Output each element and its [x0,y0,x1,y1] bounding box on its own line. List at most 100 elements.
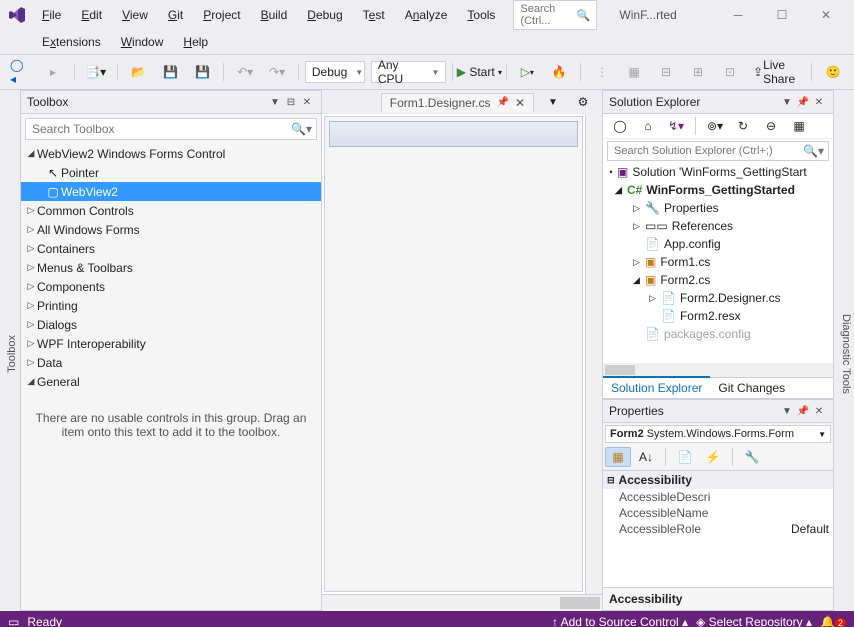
file-packages[interactable]: 📄packages.config [603,325,833,343]
file-form1[interactable]: ▷▣Form1.cs [603,253,833,271]
sol-home-button[interactable]: ⌂ [635,116,661,136]
toolbox-item-pointer[interactable]: ↖Pointer [21,163,321,182]
sol-collapse-button[interactable]: ⊖ [758,116,784,136]
more-button-2[interactable]: ▦ [619,60,649,84]
solution-search[interactable]: 🔍▾ [607,141,829,161]
save-button[interactable]: 💾 [155,60,185,84]
project-node[interactable]: ◢C#WinForms_GettingStarted [603,181,833,199]
doc-tab-form1-designer[interactable]: Form1.Designer.cs 📌 ✕ [381,93,534,112]
prop-wrench-button[interactable]: 🔧 [739,447,765,467]
redo-button[interactable]: ↷▾ [262,60,292,84]
maximize-button[interactable]: ☐ [762,2,802,28]
pin-icon[interactable]: 📌 [795,406,811,417]
project-references[interactable]: ▷▭▭References [603,217,833,235]
sol-back-button[interactable]: ◯ [607,116,633,136]
toolbox-cat[interactable]: ▷WPF Interoperability [21,334,321,353]
panel-menu-icon[interactable]: ▼ [779,97,795,108]
start-button[interactable]: ▶ Start ▾ [459,60,499,84]
open-button[interactable]: 📂 [123,60,153,84]
designer-surface[interactable] [324,116,583,592]
toolbox-cat[interactable]: ▷Containers [21,239,321,258]
toolbox-group-webview2[interactable]: ◢WebView2 Windows Forms Control [21,144,321,163]
menu-window[interactable]: Window [113,33,172,51]
toolbox-item-webview2[interactable]: ▢WebView2 [21,182,321,201]
prop-category-accessibility[interactable]: ⊟Accessibility [603,471,833,489]
prop-row[interactable]: AccessibleName [603,505,833,521]
minimize-button[interactable]: ─ [718,2,758,28]
side-tab-diagnostic-tools[interactable]: Diagnostic Tools [838,310,854,398]
menu-tools[interactable]: Tools [459,6,503,24]
more-button-4[interactable]: ⊞ [683,60,713,84]
panel-close-icon[interactable]: ✕ [299,97,315,108]
file-form2[interactable]: ◢▣Form2.cs [603,271,833,289]
prop-pages-button[interactable]: 📄 [672,447,698,467]
menu-project[interactable]: Project [195,6,248,24]
status-add-source-control[interactable]: ↑ Add to Source Control ▴ [552,615,688,627]
panel-menu-icon[interactable]: ▼ [779,406,795,417]
nav-forward-button[interactable]: ▸ [38,60,68,84]
toolbox-cat-general[interactable]: ◢General [21,372,321,391]
prop-row[interactable]: AccessibleDescri [603,489,833,505]
doc-gear-button[interactable]: ⚙ [568,90,598,114]
sol-showall-button[interactable]: ▦ [786,116,812,136]
tab-close-icon[interactable]: ✕ [515,96,525,110]
menu-extensions[interactable]: Extensions [34,33,109,51]
platform-combo[interactable]: Any CPU▼ [371,61,447,83]
toolbox-cat[interactable]: ▷Menus & Toolbars [21,258,321,277]
feedback-button[interactable]: 🙂 [818,60,848,84]
prop-alpha-button[interactable]: A↓ [633,447,659,467]
undo-button[interactable]: ↶▾ [230,60,260,84]
project-properties[interactable]: ▷🔧Properties [603,199,833,217]
solution-node[interactable]: •▣Solution 'WinForms_GettingStart [603,163,833,181]
designer-scrollbar-h[interactable] [560,597,600,609]
menu-debug[interactable]: Debug [299,6,350,24]
toolbox-search-input[interactable] [30,121,291,137]
menu-edit[interactable]: Edit [73,6,110,24]
status-select-repo[interactable]: ◈ Select Repository ▴ [696,615,812,627]
more-button-5[interactable]: ⊡ [715,60,745,84]
sol-sync-button[interactable]: ⊚▾ [702,116,728,136]
hot-reload-button[interactable]: 🔥 [544,60,574,84]
live-share-button[interactable]: ⇪ Live Share [749,60,805,84]
menu-test[interactable]: Test [355,6,393,24]
toolbox-cat[interactable]: ▷Common Controls [21,201,321,220]
prop-events-button[interactable]: ⚡ [700,447,726,467]
designer-scrollbar-v[interactable] [585,114,602,594]
pin-icon[interactable]: ⊟ [283,97,299,108]
toolbox-search[interactable]: 🔍▾ [25,118,317,140]
solution-search-input[interactable] [612,144,803,158]
sol-switch-button[interactable]: ↯▾ [663,116,689,136]
toolbox-cat[interactable]: ▷Data [21,353,321,372]
panel-close-icon[interactable]: ✕ [811,406,827,417]
toolbox-cat[interactable]: ▷Components [21,277,321,296]
side-tab-toolbox[interactable]: Toolbox [4,331,20,377]
menu-git[interactable]: Git [160,6,191,24]
tab-git-changes[interactable]: Git Changes [710,378,793,398]
more-button-3[interactable]: ⊟ [651,60,681,84]
sol-refresh-button[interactable]: ↻ [730,116,756,136]
menu-analyze[interactable]: Analyze [397,6,456,24]
save-all-button[interactable]: 💾 [187,60,217,84]
menu-file[interactable]: File [34,6,69,24]
file-form2-designer[interactable]: ▷📄Form2.Designer.cs [603,289,833,307]
pin-icon[interactable]: 📌 [795,97,811,108]
close-button[interactable]: ✕ [806,2,846,28]
panel-menu-icon[interactable]: ▼ [267,97,283,108]
config-combo[interactable]: Debug▼ [305,61,365,83]
solution-scrollbar-h[interactable] [605,365,635,375]
file-appconfig[interactable]: 📄App.config [603,235,833,253]
status-notifications[interactable]: 🔔2 [820,615,846,627]
tab-solution-explorer[interactable]: Solution Explorer [603,376,710,398]
doc-dropdown-button[interactable]: ▼ [538,90,568,114]
toolbox-cat[interactable]: ▷Printing [21,296,321,315]
menu-view[interactable]: View [114,6,156,24]
panel-close-icon[interactable]: ✕ [811,97,827,108]
prop-categorized-button[interactable]: ▦ [605,447,631,467]
more-button-1[interactable]: ⋮ [587,60,617,84]
nav-back-button[interactable]: ◯ ◂ [6,60,36,84]
prop-row[interactable]: AccessibleRoleDefault [603,521,833,537]
pin-icon[interactable]: 📌 [496,97,508,108]
properties-object-combo[interactable]: Form2 System.Windows.Forms.Form ▼ [605,425,831,443]
toolbox-cat[interactable]: ▷All Windows Forms [21,220,321,239]
file-form2-resx[interactable]: 📄Form2.resx [603,307,833,325]
